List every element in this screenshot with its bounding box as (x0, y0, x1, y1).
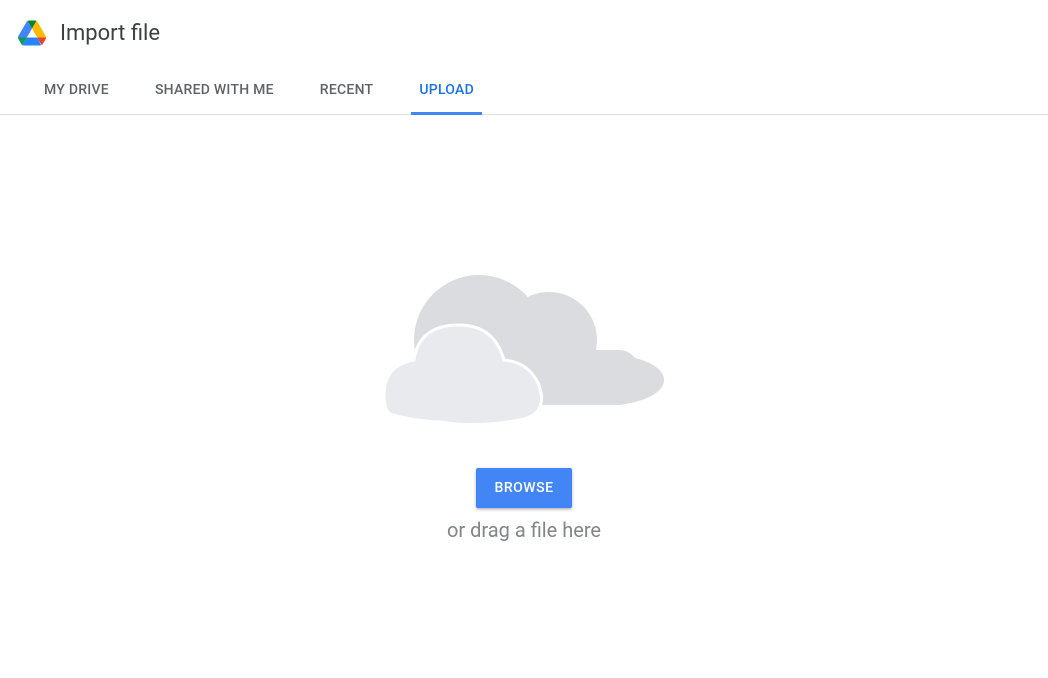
tab-recent[interactable]: RECENT (312, 67, 382, 115)
tab-shared-with-me[interactable]: SHARED WITH ME (147, 67, 282, 115)
cloud-upload-icon (379, 270, 669, 430)
tab-label: SHARED WITH ME (155, 82, 274, 98)
tab-my-drive[interactable]: MY DRIVE (36, 67, 117, 115)
drag-hint-text: or drag a file here (447, 518, 601, 542)
google-drive-icon (18, 20, 46, 46)
tab-label: RECENT (320, 82, 374, 98)
tab-upload[interactable]: UPLOAD (411, 67, 482, 115)
browse-button[interactable]: BROWSE (476, 468, 571, 508)
dialog-header: Import file (0, 0, 1048, 66)
page-title: Import file (60, 21, 160, 46)
tab-label: MY DRIVE (44, 82, 109, 98)
tab-label: UPLOAD (419, 82, 474, 98)
tab-bar: MY DRIVE SHARED WITH ME RECENT UPLOAD (0, 66, 1048, 115)
upload-dropzone[interactable]: BROWSE or drag a file here (0, 115, 1048, 542)
